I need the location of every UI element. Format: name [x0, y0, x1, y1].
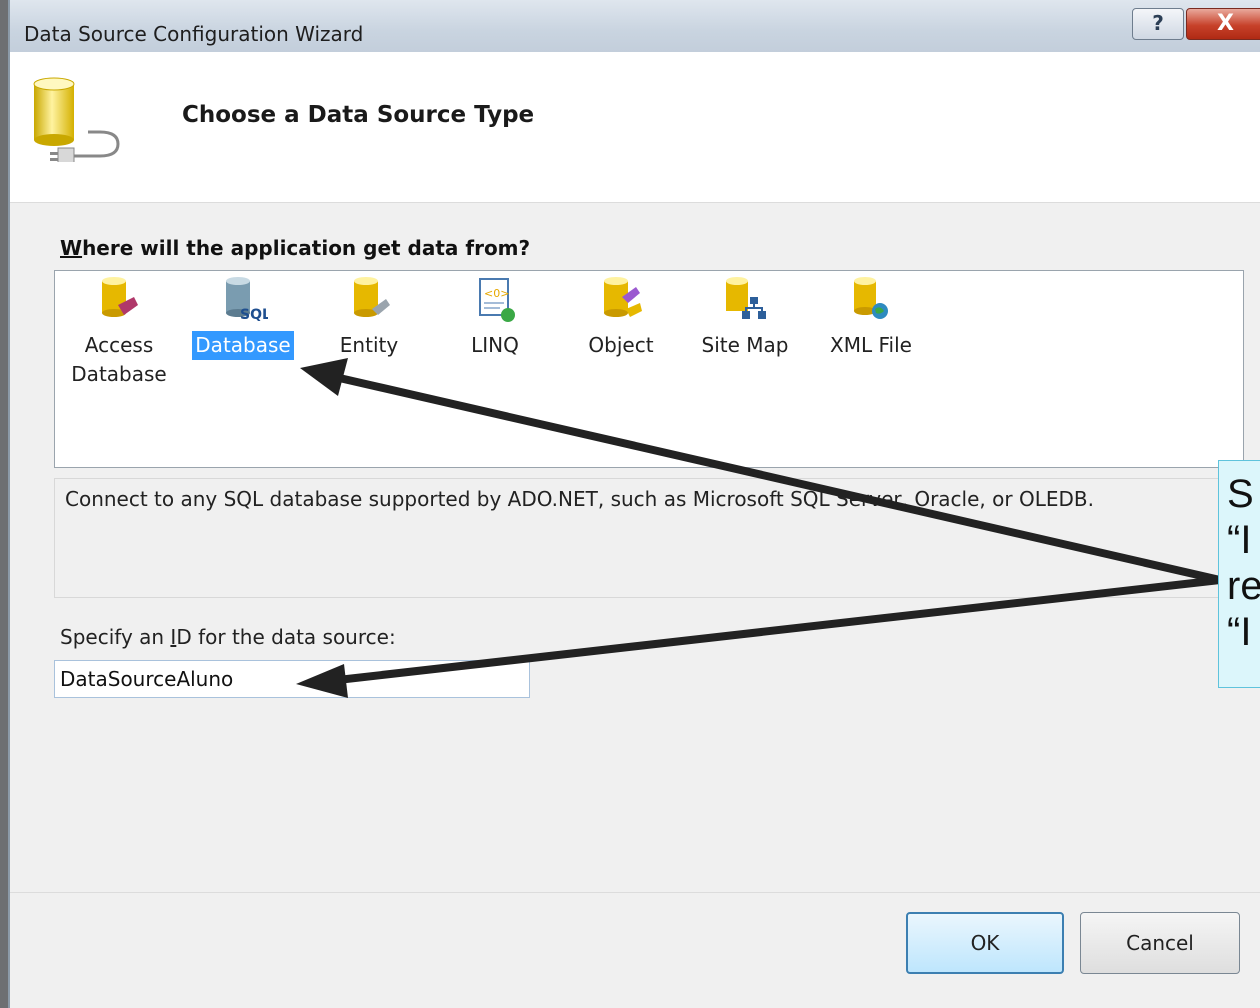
- source-type-label-text: here will the application get data from?: [82, 236, 531, 260]
- list-item-site-map[interactable]: Site Map: [685, 275, 805, 360]
- svg-text:<0>: <0>: [484, 287, 509, 300]
- access-database-icon: [102, 277, 138, 317]
- list-item-entity[interactable]: Entity: [309, 275, 429, 360]
- site-map-icon: [726, 277, 766, 319]
- footer-divider: [10, 892, 1260, 893]
- list-item-label: Entity: [339, 333, 399, 357]
- xml-file-icon: [854, 277, 888, 319]
- list-item-database[interactable]: SQL Database: [183, 275, 303, 360]
- source-type-label-access-key: W: [60, 236, 83, 260]
- description-text: Connect to any SQL database supported by…: [65, 487, 1094, 511]
- wizard-window: Data Source Configuration Wizard ? X Cho…: [8, 0, 1260, 1008]
- close-button[interactable]: X: [1186, 8, 1260, 40]
- list-item-label: Object: [588, 333, 654, 357]
- sql-database-icon: SQL: [226, 277, 268, 323]
- wizard-header: Choose a Data Source Type: [10, 52, 1260, 203]
- svg-text:SQL: SQL: [240, 307, 268, 323]
- list-item-label: Access Database: [71, 333, 167, 386]
- data-source-plug-icon: [33, 77, 120, 162]
- list-item-label: Site Map: [701, 333, 789, 357]
- list-item-object[interactable]: Object: [561, 275, 681, 360]
- page-title: Choose a Data Source Type: [182, 102, 535, 128]
- entity-icon: [354, 277, 390, 317]
- callout-line: S: [1227, 472, 1254, 516]
- data-source-id-label-before: Specify an: [60, 625, 171, 649]
- data-source-type-list[interactable]: Access Database SQL Database Entity <0>: [54, 270, 1244, 468]
- help-button[interactable]: ?: [1132, 8, 1184, 40]
- data-source-id-label-after: D for the data source:: [176, 625, 396, 649]
- callout-line: “I: [1227, 610, 1252, 654]
- list-item-xml-file[interactable]: XML File: [811, 275, 931, 360]
- list-item-label: XML File: [830, 333, 912, 357]
- callout-line: “I: [1227, 518, 1252, 562]
- data-source-id-input[interactable]: [54, 660, 530, 698]
- list-item-label: LINQ: [471, 333, 519, 357]
- callout-line: re: [1227, 564, 1260, 608]
- list-item-linq[interactable]: <0> LINQ: [435, 275, 555, 360]
- data-source-id-label: Specify an ID for the data source:: [60, 625, 396, 649]
- ok-button[interactable]: OK: [906, 912, 1064, 974]
- linq-icon: <0>: [479, 278, 515, 322]
- object-icon: [604, 277, 642, 317]
- cancel-button[interactable]: Cancel: [1080, 912, 1240, 974]
- window-title: Data Source Configuration Wizard: [24, 22, 364, 46]
- description-panel: Connect to any SQL database supported by…: [54, 478, 1244, 598]
- list-item-label-selected: Database: [192, 331, 294, 360]
- annotation-callout: S “I re “I: [1218, 460, 1260, 688]
- title-bar[interactable]: Data Source Configuration Wizard ? X: [10, 0, 1260, 52]
- list-item-access-database[interactable]: Access Database: [59, 275, 179, 389]
- source-type-label: Where will the application get data from…: [60, 236, 530, 260]
